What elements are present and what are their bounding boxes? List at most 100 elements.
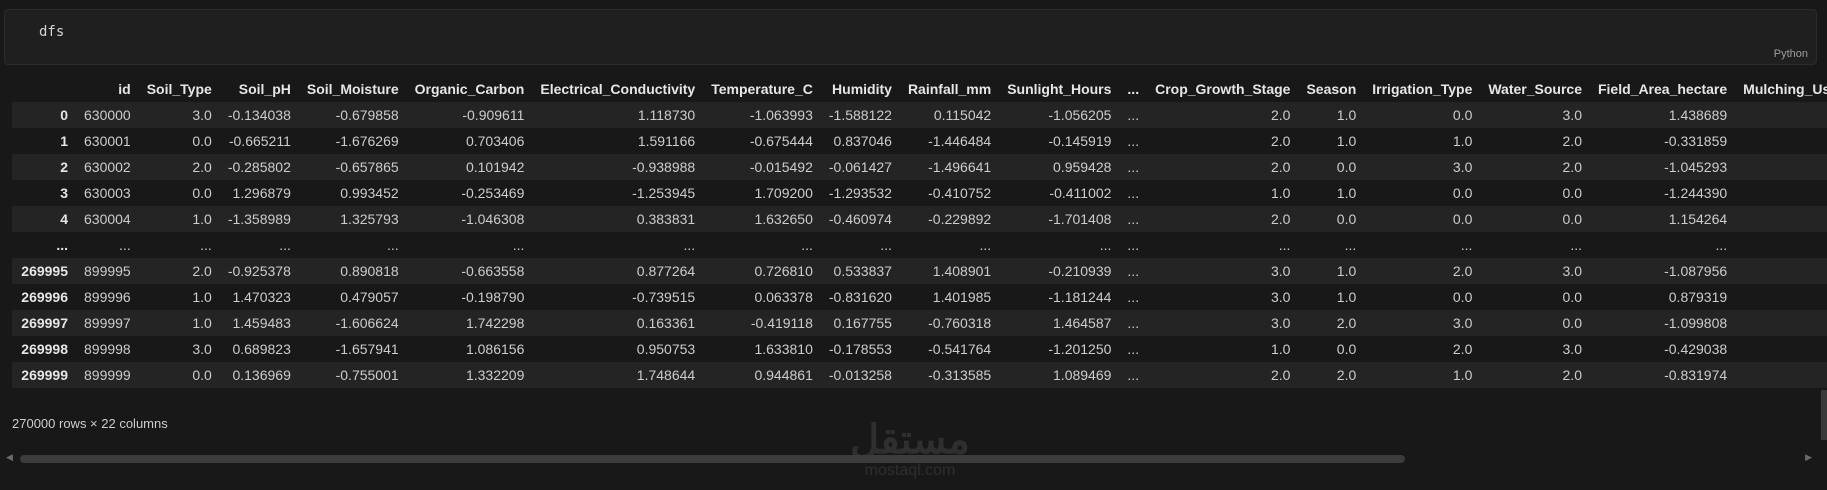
table-cell: 0.101942	[465, 159, 525, 175]
table-cell: 1	[1735, 206, 1827, 232]
column-header: Field_Area_hectare	[1597, 81, 1728, 97]
table-cell: -1.606624	[335, 315, 399, 331]
table-cell: -0.313585	[928, 367, 992, 383]
scrollbar-thumb[interactable]	[20, 455, 1405, 463]
table-cell: 0.944861	[754, 367, 813, 383]
table-cell: 0.0	[192, 367, 212, 383]
table-cell: -1.181244	[1048, 289, 1112, 305]
column-header: Organic_Carbon	[414, 81, 525, 97]
table-cell: 1.086156	[465, 341, 525, 357]
table-cell: -0.925378	[227, 263, 291, 279]
table-cell: 2.0	[1562, 367, 1582, 383]
column-header: Sunlight_Hours	[1007, 81, 1112, 97]
table-cell: -0.134038	[227, 107, 291, 123]
scroll-left-icon[interactable]: ◀	[6, 452, 13, 463]
table-cell: -0.411002	[1049, 185, 1112, 201]
language-label[interactable]: Python	[1774, 48, 1808, 60]
table-cell: 0.689823	[232, 341, 291, 357]
table-cell: 1.632650	[754, 211, 813, 227]
table-cell: -1.063993	[749, 107, 813, 123]
table-cell: ...	[1127, 237, 1140, 253]
table-cell: 2.0	[1336, 315, 1357, 331]
table-cell: 1.0	[192, 315, 212, 331]
table-cell: -1.253945	[632, 185, 696, 201]
code-text[interactable]: dfs	[39, 24, 64, 40]
table-cell: 1.470323	[232, 289, 291, 305]
table-row: 269996 899996 1.0 1.470323 0.479057 -0.198790…	[12, 284, 1827, 310]
table-cell: ...	[1127, 263, 1140, 279]
table-cell: 0.0	[192, 185, 212, 201]
table-cell: -0.145919	[1048, 133, 1112, 149]
table-cell: 1.0	[1336, 133, 1357, 149]
column-header: Season	[1306, 81, 1357, 97]
table-cell: -1.657941	[335, 341, 399, 357]
table-cell: 0.879319	[1668, 289, 1728, 305]
table-cell: -1.358989	[227, 211, 291, 227]
table-cell: 0	[1735, 362, 1827, 388]
code-cell[interactable]: dfs Python	[4, 9, 1817, 65]
row-index: 4	[60, 211, 68, 227]
table-cell: -1.056205	[1048, 107, 1112, 123]
table-cell: ...	[1127, 133, 1140, 149]
table-cell: 630001	[84, 133, 131, 149]
table-cell: 1.591166	[637, 133, 696, 149]
row-index: 269997	[21, 315, 68, 331]
table-row: 4 630004 1.0 -1.358989 1.325793 -1.046308 0.38…	[12, 206, 1827, 232]
table-cell: ...	[1460, 237, 1473, 253]
table-cell: 0.0	[1562, 315, 1582, 331]
table-cell: -0.419118	[750, 315, 813, 331]
table-cell: ...	[279, 237, 291, 253]
table-cell: 0.533837	[833, 263, 892, 279]
row-index: 3	[60, 185, 68, 201]
table-row: 1 630001 0.0 -0.665211 -1.676269 0.703406 1.59…	[12, 128, 1827, 154]
table-cell: 2.0	[192, 159, 212, 175]
table-cell: 0.0	[1452, 185, 1473, 201]
table-cell: 0.0	[1336, 159, 1357, 175]
column-header: Rainfall_mm	[907, 81, 992, 97]
table-cell: 0.993452	[340, 185, 399, 201]
table-cell: -1.046308	[461, 211, 525, 227]
table-cell: -0.013258	[828, 367, 892, 383]
table-cell: 1	[1735, 128, 1827, 154]
table-cell: 2.0	[1270, 133, 1291, 149]
table-cell: 1.0	[192, 289, 212, 305]
table-cell: -0.831620	[828, 289, 892, 305]
table-cell: 0.136969	[232, 367, 291, 383]
horizontal-scrollbar[interactable]: ◀ ▶	[6, 452, 1812, 463]
table-cell: 2.0	[1270, 107, 1291, 123]
row-index: 269998	[21, 341, 68, 357]
vertical-scrollbar[interactable]	[1821, 390, 1827, 440]
table-cell: 1	[1735, 310, 1827, 336]
dataframe-shape: 270000 rows × 22 columns	[12, 416, 168, 431]
table-cell: 3.0	[1270, 289, 1291, 305]
scroll-right-icon[interactable]: ▶	[1805, 452, 1812, 463]
table-cell: 1.0	[1336, 107, 1357, 123]
table-cell: -0.061427	[828, 159, 892, 175]
table-cell: ...	[683, 237, 696, 253]
table-cell: 2.0	[1270, 367, 1291, 383]
table-cell: 0.0	[1562, 289, 1582, 305]
table-cell: 899995	[84, 263, 131, 279]
table-cell: -0.665211	[228, 133, 291, 149]
table-row: ........................................…	[12, 232, 1827, 258]
table-cell: 0.837046	[833, 133, 892, 149]
table-cell: 0.726810	[754, 263, 813, 279]
table-cell: ...	[1127, 341, 1140, 357]
column-header: Soil_Moisture	[306, 81, 399, 97]
table-cell: 2.0	[1452, 341, 1473, 357]
table-cell: 1.0	[1452, 367, 1473, 383]
table-row: 2 630002 2.0 -0.285802 -0.657865 0.101942 -0.9…	[12, 154, 1827, 180]
table-cell: 1.742298	[465, 315, 525, 331]
table-cell: ...	[200, 237, 212, 253]
table-cell: 3.0	[1452, 159, 1473, 175]
table-cell: -1.087956	[1664, 263, 1728, 279]
table-row: 0 630000 3.0 -0.134038 -0.679858 -0.909611 1.1…	[12, 102, 1827, 128]
table-cell: ...	[1735, 232, 1827, 258]
row-index: 2	[60, 159, 68, 175]
table-cell: ...	[1127, 185, 1140, 201]
table-cell: 1.401985	[932, 289, 992, 305]
table-cell: 3.0	[1452, 315, 1473, 331]
table-cell: ...	[1715, 237, 1728, 253]
table-cell: 3.0	[1562, 263, 1582, 279]
table-cell: -1.201250	[1048, 341, 1112, 357]
